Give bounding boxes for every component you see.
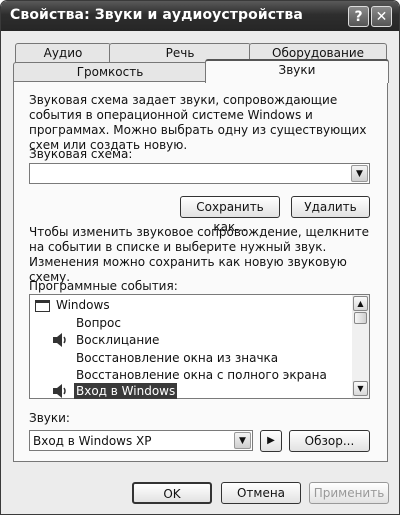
title-bar[interactable]: Свойства: Звуки и аудиоустройства ? ✕ xyxy=(1,1,399,31)
cancel-button[interactable]: Отмена xyxy=(221,482,301,504)
chevron-down-icon[interactable]: ▼ xyxy=(351,165,368,182)
delete-button[interactable]: Удалить xyxy=(291,196,370,218)
scheme-dropdown[interactable]: ▼ xyxy=(29,163,370,184)
browse-button[interactable]: Обзор... xyxy=(289,430,370,452)
list-item-label: Вопрос xyxy=(76,316,121,330)
window-title: Свойства: Звуки и аудиоустройства xyxy=(10,7,303,23)
help-button[interactable]: ? xyxy=(348,6,369,27)
speaker-icon xyxy=(53,384,66,398)
change-instructions: Чтобы изменить звуковое сопровождение, щ… xyxy=(29,225,370,284)
sounds-tab-panel: Звуковая схема задает звуки, сопровождаю… xyxy=(13,81,388,462)
scheme-description: Звуковая схема задает звуки, сопровождаю… xyxy=(29,93,367,152)
sounds-label: Звуки: xyxy=(29,411,70,425)
save-as-button[interactable]: Сохранить как... xyxy=(180,196,280,234)
tab-audio[interactable]: Аудио xyxy=(15,43,111,63)
events-label: Программные события: xyxy=(29,279,178,293)
tab-volume[interactable]: Громкость xyxy=(13,62,207,82)
events-list[interactable]: Windows Вопрос Восклицание Восстановлени… xyxy=(29,294,370,399)
list-item-label: Windows xyxy=(56,298,110,312)
list-item-label: Восстановление окна с полного экрана xyxy=(76,368,327,382)
list-item-label: Вход в Windows xyxy=(74,383,178,399)
apply-button[interactable]: Применить xyxy=(309,482,389,504)
windows-window-icon xyxy=(35,300,50,312)
scroll-down-icon[interactable]: ▼ xyxy=(353,381,368,396)
sound-file-value: Вход в Windows XP xyxy=(33,434,152,448)
chevron-down-icon[interactable]: ▼ xyxy=(234,432,251,449)
sound-file-dropdown[interactable]: Вход в Windows XP ▼ xyxy=(29,430,253,451)
scheme-label: Звуковая схема: xyxy=(29,147,133,161)
list-item-label: Восстановление окна из значка xyxy=(76,351,279,365)
list-item-label: Восклицание xyxy=(76,333,160,347)
play-icon: ▶ xyxy=(267,435,275,446)
scroll-up-icon[interactable]: ▲ xyxy=(353,296,368,311)
sound-properties-dialog: Свойства: Звуки и аудиоустройства ? ✕ Ау… xyxy=(0,0,400,515)
play-sound-button[interactable]: ▶ xyxy=(260,430,282,452)
scrollbar-thumb[interactable] xyxy=(354,312,367,324)
events-scrollbar[interactable]: ▲ ▼ xyxy=(352,295,369,398)
close-button[interactable]: ✕ xyxy=(371,6,392,27)
ok-button[interactable]: OK xyxy=(132,482,212,504)
speaker-icon xyxy=(53,333,66,347)
tab-sounds[interactable]: Звуки xyxy=(205,59,389,83)
